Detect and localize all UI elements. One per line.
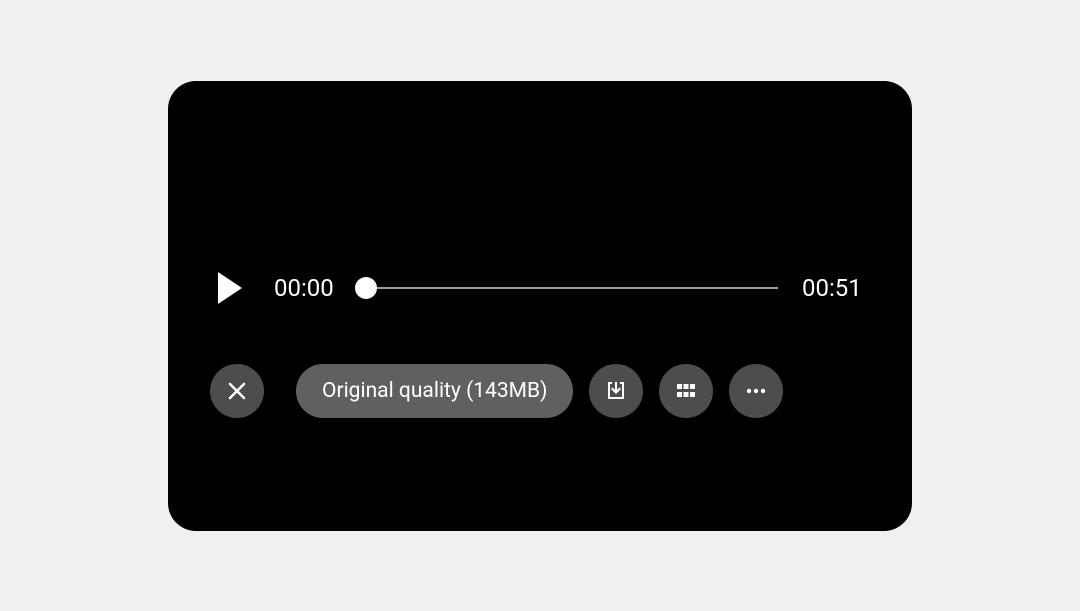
progress-thumb[interactable] <box>355 277 377 299</box>
action-controls-row: Original quality (143MB) <box>210 364 870 418</box>
more-options-button[interactable] <box>729 364 783 418</box>
grid-view-button[interactable] <box>659 364 713 418</box>
more-horizontal-icon <box>744 379 768 403</box>
progress-slider[interactable] <box>366 278 778 298</box>
play-button[interactable] <box>210 268 250 308</box>
duration-text: 00:51 <box>802 274 870 302</box>
close-icon <box>225 379 249 403</box>
download-button[interactable] <box>589 364 643 418</box>
progress-track <box>366 287 778 289</box>
close-button[interactable] <box>210 364 264 418</box>
quality-label: Original quality (143MB) <box>322 379 547 403</box>
current-time-text: 00:00 <box>274 274 342 302</box>
quality-selector-button[interactable]: Original quality (143MB) <box>296 364 573 418</box>
playback-controls-row: 00:00 00:51 <box>210 268 870 308</box>
video-player: 00:00 00:51 Original quality (143MB) <box>168 81 912 531</box>
play-icon <box>216 272 244 304</box>
download-icon <box>604 379 628 403</box>
grid-icon <box>674 379 698 403</box>
